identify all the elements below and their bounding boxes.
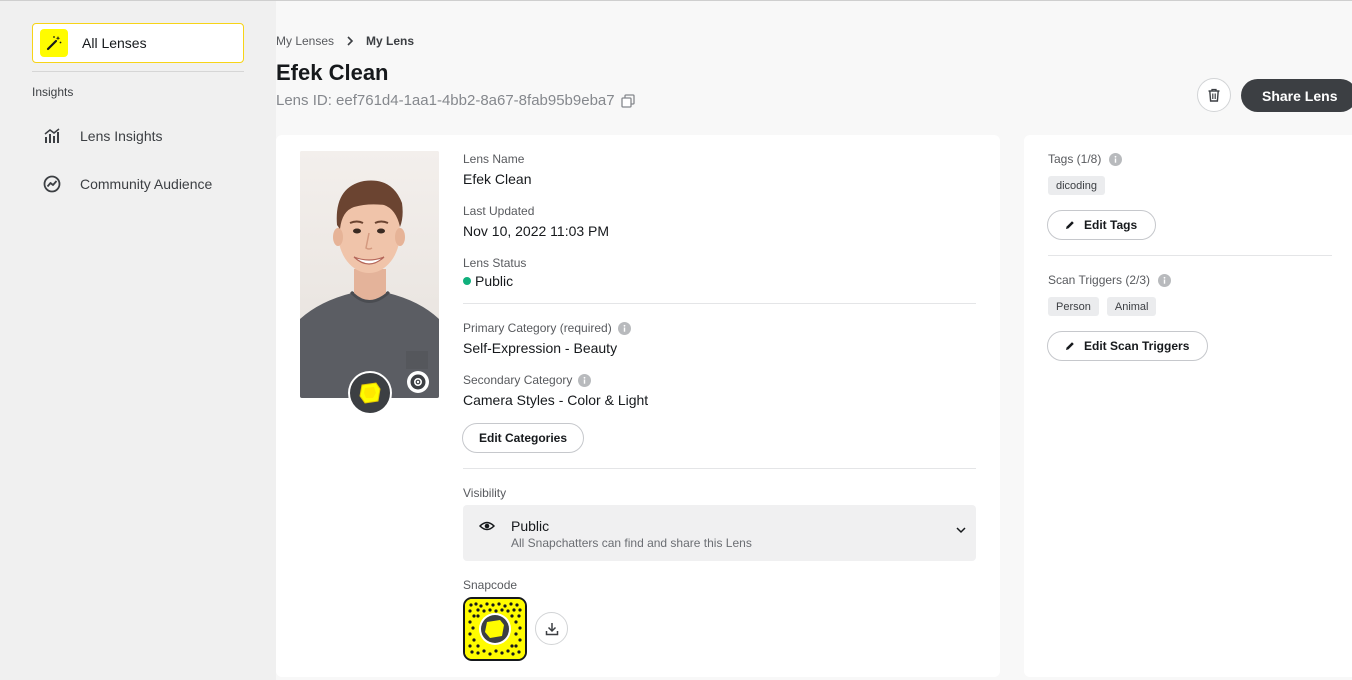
edit-scan-triggers-button[interactable]: Edit Scan Triggers xyxy=(1047,331,1209,361)
edit-tags-label: Edit Tags xyxy=(1084,218,1138,232)
tags-header: Tags (1/8) xyxy=(1048,152,1123,166)
lens-id-text: Lens ID: eef761d4-1aa1-4bb2-8a67-8fab95b… xyxy=(276,92,615,109)
visibility-selected: Public xyxy=(511,518,550,534)
lens-name-label: Lens Name xyxy=(463,152,525,166)
edit-tags-button[interactable]: Edit Tags xyxy=(1047,210,1157,240)
download-icon xyxy=(545,622,559,636)
tags-label: Tags (1/8) xyxy=(1048,152,1102,166)
breadcrumb: My Lenses My Lens xyxy=(276,34,414,48)
sidebar-item-community-audience[interactable]: Community Audience xyxy=(32,166,262,202)
breadcrumb-my-lenses-link[interactable]: My Lenses xyxy=(276,34,334,48)
sidebar-section-label: Insights xyxy=(32,85,74,99)
visibility-select[interactable]: Public All Snapchatters can find and sha… xyxy=(463,505,976,561)
all-lenses-button[interactable]: All Lenses xyxy=(32,23,244,63)
camera-icon xyxy=(410,374,426,390)
lens-details-card: Lens Name Efek Clean Last Updated Nov 10… xyxy=(276,135,1000,677)
primary-category: Primary Category (required) xyxy=(463,321,631,335)
scan-triggers-label: Scan Triggers (2/3) xyxy=(1048,273,1151,287)
lens-status-value: Public xyxy=(475,273,514,289)
lens-status-label: Lens Status xyxy=(463,256,527,270)
delete-button[interactable] xyxy=(1197,78,1231,112)
divider xyxy=(463,303,976,304)
chevron-right-icon xyxy=(346,36,354,46)
last-updated-value: Nov 10, 2022 11:03 PM xyxy=(463,223,610,239)
scan-triggers-header: Scan Triggers (2/3) xyxy=(1048,273,1172,287)
sidebar-divider xyxy=(32,71,244,72)
tag-chip: dicoding xyxy=(1048,176,1105,195)
snapcode-image xyxy=(463,597,527,661)
lens-id: Lens ID: eef761d4-1aa1-4bb2-8a67-8fab95b… xyxy=(276,92,635,109)
magic-wand-icon xyxy=(40,29,68,57)
sidebar-item-label: Lens Insights xyxy=(80,128,163,144)
tags-list: dicoding xyxy=(1048,176,1105,195)
secondary-category: Secondary Category xyxy=(463,373,592,387)
visibility-description: All Snapchatters can find and share this… xyxy=(511,536,752,550)
chevron-down-icon xyxy=(956,526,966,534)
bar-chart-icon xyxy=(32,128,72,144)
download-snapcode-button[interactable] xyxy=(535,612,568,645)
info-icon[interactable] xyxy=(1158,273,1172,287)
share-lens-button[interactable]: Share Lens xyxy=(1241,79,1352,112)
info-icon[interactable] xyxy=(617,321,631,335)
trash-icon xyxy=(1208,88,1220,102)
tags-and-triggers-card: Tags (1/8) dicoding Edit Tags Scan Trigg… xyxy=(1024,135,1352,677)
divider xyxy=(463,468,976,469)
primary-category-value: Self-Expression - Beauty xyxy=(463,340,618,356)
eye-icon xyxy=(479,520,495,532)
lens-icon-badge xyxy=(348,371,392,415)
primary-category-label: Primary Category (required) xyxy=(463,321,612,335)
scan-triggers-list: Person Animal xyxy=(1048,297,1157,316)
divider xyxy=(1048,255,1332,256)
edit-categories-button[interactable]: Edit Categories xyxy=(462,423,584,453)
breadcrumb-current: My Lens xyxy=(366,34,415,48)
secondary-category-value: Camera Styles - Color & Light xyxy=(463,392,649,408)
info-icon[interactable] xyxy=(1109,152,1123,166)
secondary-category-label: Secondary Category xyxy=(463,373,573,387)
lens-name-value: Efek Clean xyxy=(463,171,532,187)
sidebar: All Lenses Insights Lens Insights Commun… xyxy=(0,1,276,680)
last-updated-label: Last Updated xyxy=(463,204,535,218)
edit-scan-triggers-label: Edit Scan Triggers xyxy=(1084,339,1190,353)
sidebar-item-label: Community Audience xyxy=(80,176,213,192)
change-preview-button[interactable] xyxy=(407,371,429,393)
copy-icon[interactable] xyxy=(620,93,635,108)
status-dot xyxy=(463,277,471,285)
sidebar-item-lens-insights[interactable]: Lens Insights xyxy=(32,118,262,154)
trend-circle-icon xyxy=(32,175,72,193)
visibility-label: Visibility xyxy=(463,486,507,500)
all-lenses-label: All Lenses xyxy=(82,35,147,51)
lens-status: Public xyxy=(463,273,513,289)
lens-preview-image xyxy=(300,151,439,398)
pencil-icon xyxy=(1065,220,1075,230)
info-icon[interactable] xyxy=(578,373,592,387)
scan-trigger-chip: Animal xyxy=(1106,297,1157,316)
pencil-icon xyxy=(1065,341,1075,351)
snapcode-label: Snapcode xyxy=(463,578,518,592)
scan-trigger-chip: Person xyxy=(1048,297,1099,316)
page-title: Efek Clean xyxy=(276,60,389,85)
